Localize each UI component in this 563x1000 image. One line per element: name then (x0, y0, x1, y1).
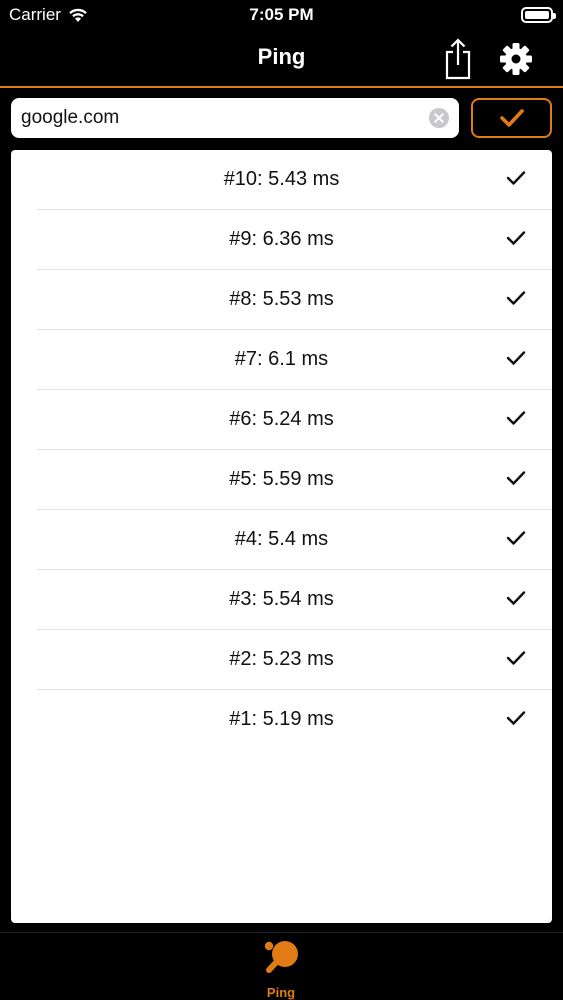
list-item: #5: 5.59 ms (11, 450, 552, 510)
list-item: #3: 5.54 ms (11, 570, 552, 630)
settings-button[interactable] (497, 40, 535, 78)
results-list[interactable]: #10: 5.43 ms #9: 6.36 ms #8: 5.53 ms #7:… (11, 150, 552, 923)
ping-pong-paddle-icon (264, 941, 298, 973)
share-icon (445, 38, 471, 80)
checkmark-icon (506, 531, 526, 545)
list-item: #6: 5.24 ms (11, 390, 552, 450)
ping-result-label: #2: 5.23 ms (229, 648, 334, 670)
ping-result-label: #7: 6.1 ms (234, 348, 329, 370)
ping-result-label: #9: 6.36 ms (229, 228, 334, 250)
list-item: #8: 5.53 ms (11, 270, 552, 330)
checkmark-icon (506, 171, 526, 185)
ping-result-label: #4: 5.4 ms (234, 528, 329, 550)
list-item: #9: 6.36 ms (11, 210, 552, 270)
navigation-bar: Ping (0, 30, 563, 88)
tab-label: Ping (266, 985, 296, 1000)
page-title: Ping (257, 44, 306, 69)
status-time: 7:05 PM (249, 5, 314, 24)
clear-icon[interactable] (429, 108, 449, 128)
ping-result-label: #1: 5.19 ms (229, 708, 334, 730)
checkmark-icon (506, 291, 526, 305)
tab-ping[interactable]: Ping (250, 935, 312, 1000)
ping-result-label: #6: 5.24 ms (229, 408, 334, 430)
checkmark-icon (499, 109, 524, 127)
tab-bar: Ping (0, 932, 563, 1000)
start-ping-button[interactable] (471, 98, 552, 138)
ping-result-label: #3: 5.54 ms (229, 588, 334, 610)
checkmark-icon (506, 411, 526, 425)
list-item: #10: 5.43 ms (11, 150, 552, 210)
ping-result-label: #10: 5.43 ms (223, 168, 340, 190)
host-field (11, 98, 459, 138)
checkmark-icon (506, 351, 526, 365)
checkmark-icon (506, 471, 526, 485)
checkmark-icon (506, 651, 526, 665)
checkmark-icon (506, 711, 526, 725)
list-item: #1: 5.19 ms (11, 690, 552, 750)
status-bar: Carrier 7:05 PM (0, 0, 563, 30)
share-button[interactable] (440, 36, 476, 80)
list-item: #4: 5.4 ms (11, 510, 552, 570)
host-input[interactable] (21, 98, 421, 138)
ping-result-label: #8: 5.53 ms (229, 288, 334, 310)
list-item: #7: 6.1 ms (11, 330, 552, 390)
gear-icon (500, 43, 532, 75)
checkmark-icon (506, 591, 526, 605)
ping-result-label: #5: 5.59 ms (229, 468, 334, 490)
list-item: #2: 5.23 ms (11, 630, 552, 690)
battery-icon (521, 7, 556, 23)
checkmark-icon (506, 231, 526, 245)
